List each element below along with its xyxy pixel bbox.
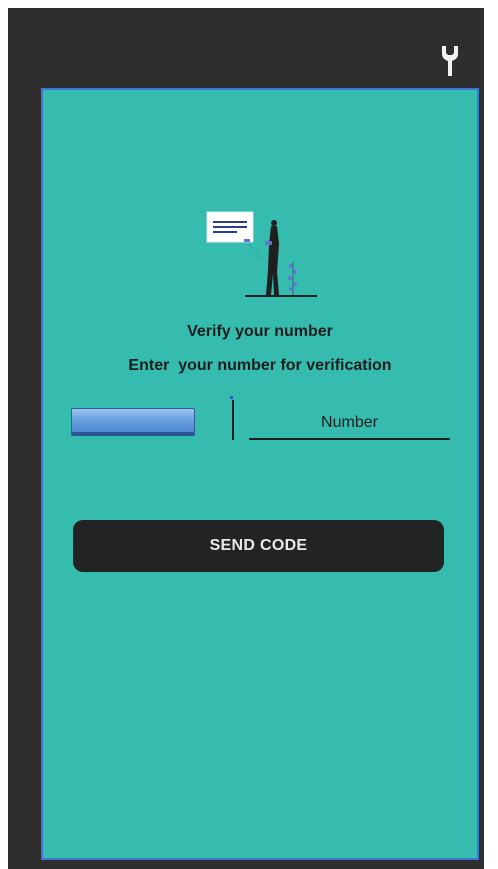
verify-subtitle: Enter your number for verification xyxy=(128,357,392,374)
phone-number-input[interactable] xyxy=(249,408,450,440)
divider-marker xyxy=(230,396,233,399)
person-with-message-illustration xyxy=(206,211,317,297)
input-divider xyxy=(232,400,234,440)
country-code-selector[interactable] xyxy=(71,408,195,436)
device-frame: Verify your number Enter your number for… xyxy=(8,8,484,869)
verify-title: Verify your number xyxy=(187,323,333,340)
wrench-icon[interactable] xyxy=(439,44,461,78)
verification-screen: Verify your number Enter your number for… xyxy=(41,88,479,860)
send-code-button[interactable]: SEND CODE xyxy=(73,520,444,572)
